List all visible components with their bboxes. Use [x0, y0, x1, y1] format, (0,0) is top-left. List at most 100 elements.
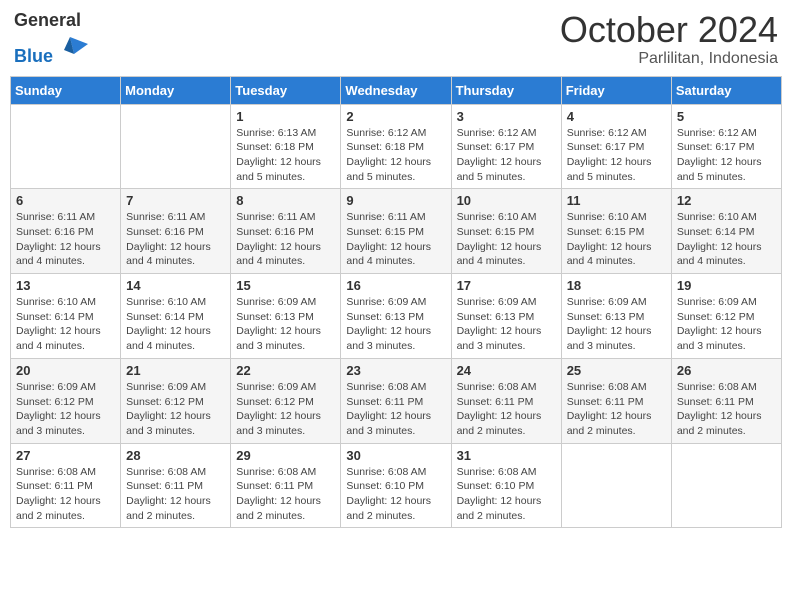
calendar-cell: 9Sunrise: 6:11 AMSunset: 6:15 PMDaylight…: [341, 189, 451, 274]
calendar-cell: 16 Sunrise: 6:09 AMSunset: 6:13 PMDayligh…: [341, 274, 451, 359]
day-number: 6: [16, 193, 115, 208]
day-info: Sunrise: 6:09 AMSunset: 6:12 PMDaylight:…: [16, 380, 115, 439]
day-info: Sunrise: 6:11 AMSunset: 6:16 PMDaylight:…: [16, 210, 115, 269]
logo-general: General: [14, 10, 81, 30]
calendar-cell: 25 Sunrise: 6:08 AMSunset: 6:11 PMDayligh…: [561, 358, 671, 443]
day-info: Sunrise: 6:08 AMSunset: 6:11 PMDaylight:…: [346, 380, 445, 439]
day-number: 3: [457, 109, 556, 124]
calendar-cell: 26 Sunrise: 6:08 AMSunset: 6:11 PMDayligh…: [671, 358, 781, 443]
day-number: 28: [126, 448, 225, 463]
calendar-cell: 12 Sunrise: 6:10 AMSunset: 6:14 PMDayligh…: [671, 189, 781, 274]
day-info: Sunrise: 6:09 AMSunset: 6:12 PMDaylight:…: [677, 295, 776, 354]
day-info: Sunrise: 6:12 AMSunset: 6:17 PMDaylight:…: [567, 126, 666, 185]
weekday-header-sunday: Sunday: [11, 76, 121, 104]
weekday-header-wednesday: Wednesday: [341, 76, 451, 104]
day-number: 27: [16, 448, 115, 463]
day-info: Sunrise: 6:08 AMSunset: 6:11 PMDaylight:…: [126, 465, 225, 524]
day-number: 18: [567, 278, 666, 293]
day-number: 29: [236, 448, 335, 463]
calendar-cell: 11 Sunrise: 6:10 AMSunset: 6:15 PMDayligh…: [561, 189, 671, 274]
logo: General Blue: [14, 10, 90, 67]
calendar-table: SundayMondayTuesdayWednesdayThursdayFrid…: [10, 76, 782, 529]
day-number: 26: [677, 363, 776, 378]
calendar-cell: 20Sunrise: 6:09 AMSunset: 6:12 PMDayligh…: [11, 358, 121, 443]
day-info: Sunrise: 6:10 AMSunset: 6:14 PMDaylight:…: [677, 210, 776, 269]
day-info: Sunrise: 6:10 AMSunset: 6:15 PMDaylight:…: [567, 210, 666, 269]
day-number: 2: [346, 109, 445, 124]
day-info: Sunrise: 6:08 AMSunset: 6:11 PMDaylight:…: [236, 465, 335, 524]
weekday-header-monday: Monday: [121, 76, 231, 104]
day-number: 16: [346, 278, 445, 293]
calendar-cell: 7 Sunrise: 6:11 AMSunset: 6:16 PMDaylight…: [121, 189, 231, 274]
day-info: Sunrise: 6:08 AMSunset: 6:11 PMDaylight:…: [567, 380, 666, 439]
day-info: Sunrise: 6:08 AMSunset: 6:11 PMDaylight:…: [16, 465, 115, 524]
day-number: 15: [236, 278, 335, 293]
calendar-week-3: 13 Sunrise: 6:10 AMSunset: 6:14 PMDayligh…: [11, 274, 782, 359]
calendar-cell: 1 Sunrise: 6:13 AMSunset: 6:18 PMDaylight…: [231, 104, 341, 189]
day-info: Sunrise: 6:09 AMSunset: 6:13 PMDaylight:…: [457, 295, 556, 354]
day-number: 12: [677, 193, 776, 208]
calendar-cell: 4 Sunrise: 6:12 AMSunset: 6:17 PMDaylight…: [561, 104, 671, 189]
day-number: 19: [677, 278, 776, 293]
day-number: 14: [126, 278, 225, 293]
location: Parlilitan, Indonesia: [560, 50, 778, 68]
day-info: Sunrise: 6:12 AMSunset: 6:17 PMDaylight:…: [457, 126, 556, 185]
page-header: General Blue October 2024 Parlilitan, In…: [10, 10, 782, 68]
day-number: 8: [236, 193, 335, 208]
calendar-cell: 27 Sunrise: 6:08 AMSunset: 6:11 PMDayligh…: [11, 443, 121, 528]
calendar-body: 1 Sunrise: 6:13 AMSunset: 6:18 PMDaylight…: [11, 104, 782, 528]
day-info: Sunrise: 6:12 AMSunset: 6:17 PMDaylight:…: [677, 126, 776, 185]
day-info: Sunrise: 6:12 AMSunset: 6:18 PMDaylight:…: [346, 126, 445, 185]
day-info: Sunrise: 6:09 AMSunset: 6:12 PMDaylight:…: [126, 380, 225, 439]
calendar-cell: 29 Sunrise: 6:08 AMSunset: 6:11 PMDayligh…: [231, 443, 341, 528]
logo-icon: [60, 32, 90, 62]
day-number: 4: [567, 109, 666, 124]
day-info: Sunrise: 6:09 AMSunset: 6:13 PMDaylight:…: [567, 295, 666, 354]
weekday-header-friday: Friday: [561, 76, 671, 104]
day-info: Sunrise: 6:09 AMSunset: 6:12 PMDaylight:…: [236, 380, 335, 439]
month-title: October 2024: [560, 10, 778, 50]
calendar-cell: 17 Sunrise: 6:09 AMSunset: 6:13 PMDayligh…: [451, 274, 561, 359]
day-info: Sunrise: 6:10 AMSunset: 6:14 PMDaylight:…: [16, 295, 115, 354]
day-info: Sunrise: 6:08 AMSunset: 6:11 PMDaylight:…: [677, 380, 776, 439]
calendar-header: SundayMondayTuesdayWednesdayThursdayFrid…: [11, 76, 782, 104]
calendar-cell: 22 Sunrise: 6:09 AMSunset: 6:12 PMDayligh…: [231, 358, 341, 443]
day-number: 13: [16, 278, 115, 293]
calendar-cell: 18 Sunrise: 6:09 AMSunset: 6:13 PMDayligh…: [561, 274, 671, 359]
day-info: Sunrise: 6:11 AMSunset: 6:15 PMDaylight:…: [346, 210, 445, 269]
title-block: October 2024 Parlilitan, Indonesia: [560, 10, 778, 68]
calendar-week-1: 1 Sunrise: 6:13 AMSunset: 6:18 PMDaylight…: [11, 104, 782, 189]
weekday-header-tuesday: Tuesday: [231, 76, 341, 104]
calendar-cell: 19 Sunrise: 6:09 AMSunset: 6:12 PMDayligh…: [671, 274, 781, 359]
day-number: 23: [346, 363, 445, 378]
calendar-cell: 30Sunrise: 6:08 AMSunset: 6:10 PMDayligh…: [341, 443, 451, 528]
day-info: Sunrise: 6:09 AMSunset: 6:13 PMDaylight:…: [346, 295, 445, 354]
day-number: 21: [126, 363, 225, 378]
calendar-cell: [561, 443, 671, 528]
calendar-cell: 10Sunrise: 6:10 AMSunset: 6:15 PMDayligh…: [451, 189, 561, 274]
day-info: Sunrise: 6:08 AMSunset: 6:11 PMDaylight:…: [457, 380, 556, 439]
calendar-week-5: 27 Sunrise: 6:08 AMSunset: 6:11 PMDayligh…: [11, 443, 782, 528]
calendar-cell: 23 Sunrise: 6:08 AMSunset: 6:11 PMDayligh…: [341, 358, 451, 443]
day-info: Sunrise: 6:09 AMSunset: 6:13 PMDaylight:…: [236, 295, 335, 354]
calendar-cell: 14Sunrise: 6:10 AMSunset: 6:14 PMDayligh…: [121, 274, 231, 359]
calendar-cell: 21 Sunrise: 6:09 AMSunset: 6:12 PMDayligh…: [121, 358, 231, 443]
day-number: 1: [236, 109, 335, 124]
day-info: Sunrise: 6:10 AMSunset: 6:15 PMDaylight:…: [457, 210, 556, 269]
calendar-week-2: 6 Sunrise: 6:11 AMSunset: 6:16 PMDaylight…: [11, 189, 782, 274]
day-number: 7: [126, 193, 225, 208]
calendar-cell: 13 Sunrise: 6:10 AMSunset: 6:14 PMDayligh…: [11, 274, 121, 359]
calendar-cell: [11, 104, 121, 189]
day-number: 11: [567, 193, 666, 208]
day-number: 25: [567, 363, 666, 378]
day-info: Sunrise: 6:11 AMSunset: 6:16 PMDaylight:…: [126, 210, 225, 269]
calendar-cell: 28 Sunrise: 6:08 AMSunset: 6:11 PMDayligh…: [121, 443, 231, 528]
day-number: 5: [677, 109, 776, 124]
day-info: Sunrise: 6:11 AMSunset: 6:16 PMDaylight:…: [236, 210, 335, 269]
day-number: 22: [236, 363, 335, 378]
day-number: 30: [346, 448, 445, 463]
calendar-cell: [121, 104, 231, 189]
day-number: 17: [457, 278, 556, 293]
calendar-cell: 8 Sunrise: 6:11 AMSunset: 6:16 PMDaylight…: [231, 189, 341, 274]
day-info: Sunrise: 6:13 AMSunset: 6:18 PMDaylight:…: [236, 126, 335, 185]
